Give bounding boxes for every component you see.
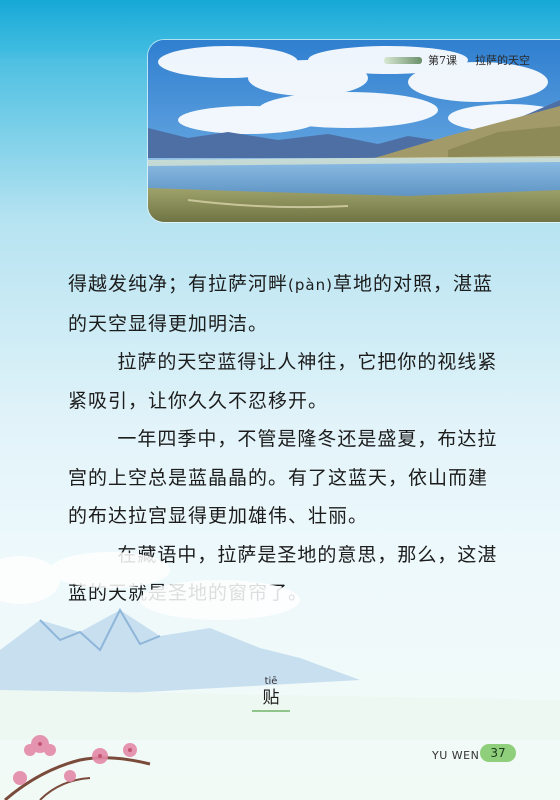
peach-blossom-decoration: [4, 735, 151, 800]
page-number-badge: 37: [480, 744, 516, 762]
paragraph-2: 拉萨的天空蓝得让人神往，它把你的视线紧紧吸引，让你久久不忍移开。: [68, 351, 498, 412]
new-word-box: tiē 贴: [246, 676, 296, 712]
lesson-number: 第7课: [428, 54, 457, 67]
paragraph-1: 得越发纯净；有拉萨河畔(pàn)草地的对照，湛蓝的天空显得更加明洁。: [68, 265, 498, 343]
paragraph-1-text-start: 得越发纯净；有拉萨河畔: [68, 273, 289, 295]
lesson-marker-bar: [384, 56, 422, 64]
paragraph-3: 一年四季中，不管是隆冬还是盛夏，布达拉宫的上空总是蓝晶晶的。有了这蓝天，依山而建…: [68, 428, 498, 527]
lesson-header: 第7课 拉萨的天空: [384, 52, 530, 68]
footer-subject-label: YU WEN: [432, 749, 480, 762]
new-word-underline: [252, 710, 290, 712]
new-word-pinyin: tiē: [264, 676, 278, 687]
pinyin-annotation: (pàn): [288, 276, 333, 294]
lesson-title: 拉萨的天空: [475, 54, 530, 67]
new-word-character: 贴: [262, 688, 280, 708]
